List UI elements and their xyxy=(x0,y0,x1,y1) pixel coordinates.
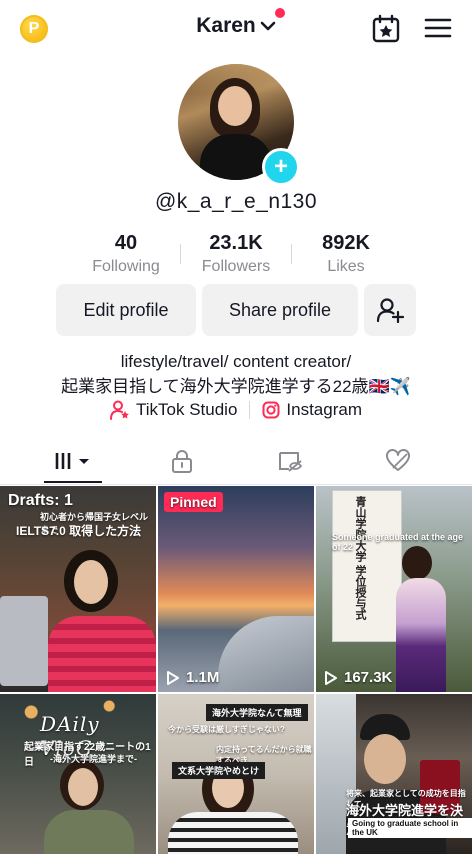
video-tile[interactable]: 海外大学院なんて無理 今から受験は厳しすぎじゃない? 内定持ってるんだから就職す… xyxy=(158,694,314,854)
edit-profile-button[interactable]: Edit profile xyxy=(56,284,196,336)
tab-liked[interactable] xyxy=(376,438,420,484)
add-story-plus-icon[interactable]: + xyxy=(262,148,300,186)
tile-image xyxy=(332,490,402,642)
share-profile-button[interactable]: Share profile xyxy=(202,284,358,336)
bio-line-2: 起業家目指して海外大学院進学する22歳🇬🇧✈️ xyxy=(61,377,411,396)
stat-followers[interactable]: 23.1K Followers xyxy=(176,232,296,276)
profile-links: TikTok Studio Instagram xyxy=(0,400,472,420)
content-tabs xyxy=(0,438,472,485)
instagram-link[interactable]: Instagram xyxy=(262,400,362,420)
stat-likes[interactable]: 892K Likes xyxy=(286,232,406,276)
chevron-down-icon xyxy=(260,21,276,31)
videos-grid-icon xyxy=(55,453,89,469)
heart-hidden-icon xyxy=(386,449,410,471)
tile-image xyxy=(168,812,298,854)
instagram-label: Instagram xyxy=(286,400,362,419)
active-tab-indicator xyxy=(44,481,102,483)
view-count: 167.3K xyxy=(324,669,392,686)
view-count-value: 1.1M xyxy=(186,669,220,686)
tile-image xyxy=(44,810,134,854)
tile-caption: 今から受験は厳しすぎじゃない? xyxy=(168,725,285,734)
stat-following-label: Following xyxy=(92,258,160,275)
tile-image xyxy=(364,734,406,784)
video-tile[interactable]: DAily VloG 起業家目指す22歳ニートの1日 -海外大学院進学まで- xyxy=(0,694,156,854)
eye-hidden-icon xyxy=(279,452,303,472)
tile-caption: -海外大学院進学まで- xyxy=(50,754,137,764)
tile-image xyxy=(218,616,314,692)
stat-following-value: 40 xyxy=(114,232,138,254)
tile-image xyxy=(0,596,48,686)
add-friend-button[interactable] xyxy=(364,284,416,336)
ceremony-sign: 青山学院大学 学位授与式 xyxy=(354,496,366,621)
stat-followers-value: 23.1K xyxy=(209,232,263,254)
tile-caption: 文系大学院やめとけ xyxy=(172,762,266,779)
tile-caption: IELTS7.0 取得した方法 xyxy=(16,524,142,538)
hamburger-menu-icon[interactable] xyxy=(424,16,452,40)
play-icon xyxy=(325,670,337,685)
link-divider xyxy=(249,401,251,419)
avatar-body xyxy=(200,134,272,180)
calendar-star-icon[interactable] xyxy=(370,14,402,44)
stat-followers-label: Followers xyxy=(201,258,271,275)
instagram-icon xyxy=(262,401,280,419)
tab-reposts[interactable] xyxy=(268,438,312,484)
pinned-badge: Pinned xyxy=(164,492,223,512)
tile-caption: Going to graduate school in the UK xyxy=(348,818,472,838)
notification-dot xyxy=(274,8,285,18)
studio-person-icon xyxy=(109,400,129,420)
stat-likes-value: 892K xyxy=(322,232,370,254)
tile-image xyxy=(396,578,446,692)
avatar-face xyxy=(218,86,252,126)
tile-image xyxy=(68,768,98,806)
tile-caption: Someone graduated at the age of 22 xyxy=(332,532,464,552)
stat-likes-label: Likes xyxy=(327,258,365,275)
tile-image xyxy=(48,616,156,692)
tiktok-studio-link[interactable]: TikTok Studio xyxy=(109,400,238,420)
view-count: 1.1M xyxy=(166,669,219,686)
video-tile[interactable]: 将来、起業家としての成功を目指して 海外大学院進学を決意 Going to gr… xyxy=(316,694,472,854)
account-switcher[interactable]: Karen xyxy=(196,8,285,38)
add-user-icon xyxy=(376,298,404,323)
tiktok-studio-label: TikTok Studio xyxy=(135,400,238,419)
video-tile-draft[interactable]: Drafts: 1 初心者から帰国子女レベルまで IELTS7.0 取得した方法 xyxy=(0,486,156,692)
drafts-label: Drafts: 1 xyxy=(8,492,73,509)
lock-icon xyxy=(172,450,192,473)
stat-following[interactable]: 40 Following xyxy=(66,232,186,276)
play-icon xyxy=(167,670,179,685)
tab-videos[interactable] xyxy=(44,438,102,484)
header-username: Karen xyxy=(196,14,256,37)
view-count-value: 167.3K xyxy=(344,669,393,686)
bio-line-1: lifestyle/travel/ content creator/ xyxy=(120,352,352,371)
video-tile-pinned[interactable]: Pinned 1.1M xyxy=(158,486,314,692)
tile-caption: 海外大学院なんて無理 xyxy=(206,704,308,721)
tab-private[interactable] xyxy=(160,438,204,484)
video-tile[interactable]: 青山学院大学 学位授与式 Someone graduated at the ag… xyxy=(316,486,472,692)
profile-handle: @k_a_r_e_n130 xyxy=(154,190,318,213)
tile-image xyxy=(74,560,108,604)
